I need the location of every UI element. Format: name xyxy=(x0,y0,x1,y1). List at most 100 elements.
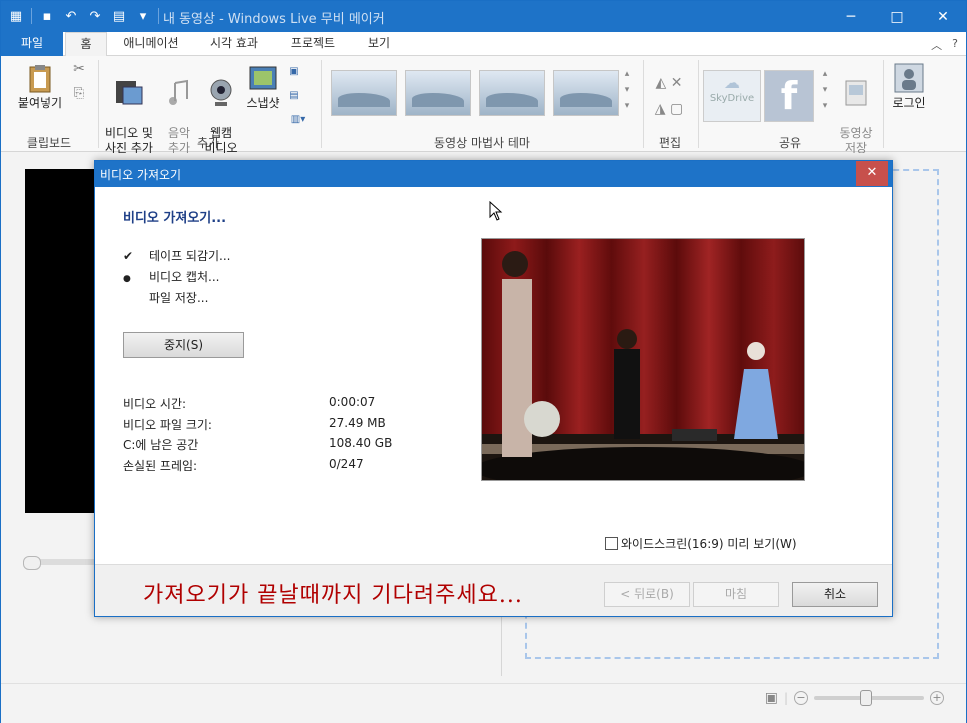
video-preview xyxy=(481,238,805,481)
group-divider xyxy=(321,60,322,148)
pane-divider[interactable] xyxy=(501,616,502,676)
group-clipboard: 클립보드 xyxy=(26,136,72,150)
ribbon: 붙여넣기 ✂ ⎘ 클립보드 비디오 및 사진 추가 음악 추가 웹캠 비디오 스… xyxy=(1,56,966,155)
zoom-slider[interactable] xyxy=(814,690,924,706)
skydrive-cloud-icon: ☁ xyxy=(724,73,740,92)
ribbon-options: ︿ ? xyxy=(931,37,958,53)
user-icon xyxy=(894,63,924,93)
tab-project[interactable]: 프로젝트 xyxy=(277,32,349,56)
back-button[interactable]: < 뒤로(B) xyxy=(604,582,690,607)
theme-thumbnail[interactable] xyxy=(553,70,619,116)
group-divider xyxy=(883,60,884,148)
redo-icon[interactable]: ↷ xyxy=(86,7,104,25)
ribbon-tabs: 파일 홈 애니메이션 시각 효과 프로젝트 보기 ︿ ? xyxy=(1,32,966,57)
stat-label: C:에 남은 공간 xyxy=(123,438,199,452)
webcam-icon xyxy=(210,79,232,106)
edit-tools-icon[interactable]: ◭ ✕ ◮ ▢ xyxy=(649,70,689,122)
finish-button[interactable]: 마침 xyxy=(693,582,779,607)
dialog-close-button[interactable]: ✕ xyxy=(856,161,888,186)
facebook-icon[interactable]: f xyxy=(764,70,814,122)
paste-label: 붙여넣기 xyxy=(17,96,63,110)
snapshot-icon xyxy=(249,66,277,90)
snapshot-button[interactable]: 스냅샷 xyxy=(243,62,283,111)
tab-animation[interactable]: 애니메이션 xyxy=(111,32,191,56)
app-icon[interactable]: ▦ xyxy=(7,7,25,25)
group-edit: 편집 xyxy=(658,136,682,150)
dialog-heading: 비디오 가져오기... xyxy=(123,211,227,226)
widescreen-preview-checkbox[interactable]: 와이드스크린(16:9) 미리 보기(W) xyxy=(605,535,797,552)
zoom-control: ▣ | − + xyxy=(765,690,944,706)
theme-thumbnail[interactable] xyxy=(405,70,471,116)
quick-access-toolbar: ▦ ▪ ↶ ↷ ▤ ▾ xyxy=(7,7,159,25)
theme-thumbnail[interactable] xyxy=(331,70,397,116)
stat-value: 27.49 MB xyxy=(329,416,386,430)
qat-dropdown-icon[interactable]: ▾ xyxy=(134,7,152,25)
cut-icon[interactable]: ✂ xyxy=(69,62,89,77)
zoom-out-icon[interactable]: − xyxy=(794,691,808,705)
preview-monitor xyxy=(25,169,103,513)
group-add: 추가 xyxy=(196,136,220,150)
dialog-footer: 가져오기가 끝날때까지 기다려주세요... < 뒤로(B) 마침 취소 xyxy=(95,564,892,616)
caption-icon[interactable]: ▤ xyxy=(285,88,303,103)
close-window-button[interactable]: ✕ xyxy=(920,1,966,32)
title-bar: ▦ ▪ ↶ ↷ ▤ ▾ 내 동영상 - Windows Live 무비 메이커 … xyxy=(1,1,966,32)
status-bar: ▣ | − + xyxy=(1,683,966,723)
tab-home[interactable]: 홈 xyxy=(65,32,107,57)
bullet-icon: ● xyxy=(123,274,131,284)
login-label: 로그인 xyxy=(892,96,926,110)
widescreen-label: 와이드스크린(16:9) 미리 보기(W) xyxy=(621,537,797,551)
stat-label: 비디오 파일 크기: xyxy=(123,418,212,432)
help-icon[interactable]: ? xyxy=(952,37,958,53)
preview-seek-slider[interactable] xyxy=(23,556,99,570)
qat-divider xyxy=(158,8,159,24)
skydrive-label: SkyDrive xyxy=(709,93,755,104)
snapshot-label: 스냅샷 xyxy=(246,96,280,110)
stop-button[interactable]: 중지(S) xyxy=(123,332,244,358)
login-button[interactable]: 로그인 xyxy=(887,62,931,111)
share-scroll-icon[interactable]: ▴ ▾ ▾ xyxy=(819,66,831,114)
zoom-divider: | xyxy=(783,691,788,705)
qat-divider xyxy=(31,8,32,24)
save-icon[interactable]: ▪ xyxy=(38,7,56,25)
stat-value: 0/247 xyxy=(329,457,364,471)
step-label: 비디오 캡처... xyxy=(149,270,220,284)
group-share: 공유 xyxy=(778,136,802,150)
step-capture: ● 비디오 캡처... xyxy=(123,268,219,285)
stat-label: 손실된 프레임: xyxy=(123,459,198,473)
window-title: 내 동영상 - Windows Live 무비 메이커 xyxy=(163,12,385,27)
mouse-cursor-icon xyxy=(489,201,503,221)
step-save: 파일 저장... xyxy=(123,289,208,306)
tab-visual-effects[interactable]: 시각 효과 xyxy=(197,32,271,56)
skydrive-button[interactable]: ☁ SkyDrive xyxy=(703,70,761,122)
thumbnail-size-icon[interactable]: ▣ xyxy=(765,690,778,706)
maximize-button[interactable]: □ xyxy=(874,1,920,32)
overlay-message: 가져오기가 끝날때까지 기다려주세요... xyxy=(143,583,523,608)
minimize-button[interactable]: ─ xyxy=(828,1,874,32)
step-label: 파일 저장... xyxy=(149,291,209,305)
cancel-button[interactable]: 취소 xyxy=(792,582,878,607)
checkmark-icon: ✔ xyxy=(123,249,134,263)
import-video-dialog: 비디오 가져오기 ✕ 비디오 가져오기... ✔ 테이프 되감기... ● 비디오 … xyxy=(94,160,893,617)
window-controls: ─ □ ✕ xyxy=(828,1,966,32)
zoom-in-icon[interactable]: + xyxy=(930,691,944,705)
step-rewind: ✔ 테이프 되감기... xyxy=(123,247,231,264)
dialog-title-bar: 비디오 가져오기 xyxy=(95,161,892,187)
snapshot-icon[interactable]: ▤ xyxy=(110,7,128,25)
zoom-slider-thumb[interactable] xyxy=(860,690,872,706)
stat-value: 108.40 GB xyxy=(329,436,393,450)
title-icon[interactable]: ▣ xyxy=(285,64,303,79)
paste-button[interactable]: 붙여넣기 xyxy=(11,62,69,111)
stat-label: 비디오 시간: xyxy=(123,397,187,411)
theme-thumbnail[interactable] xyxy=(479,70,545,116)
collapse-ribbon-icon[interactable]: ︿ xyxy=(931,37,942,53)
credits-icon[interactable]: ▥▾ xyxy=(285,112,311,127)
theme-scroll-icon[interactable]: ▴ ▾ ▾ xyxy=(621,66,633,114)
tab-view[interactable]: 보기 xyxy=(355,32,403,56)
dialog-title: 비디오 가져오기 xyxy=(100,168,182,182)
film-photo-icon xyxy=(116,81,143,105)
tab-file[interactable]: 파일 xyxy=(1,32,63,56)
checkbox-box[interactable] xyxy=(605,537,618,550)
copy-icon[interactable]: ⎘ xyxy=(69,86,89,101)
undo-icon[interactable]: ↶ xyxy=(62,7,80,25)
stat-value: 0:00:07 xyxy=(329,395,376,409)
